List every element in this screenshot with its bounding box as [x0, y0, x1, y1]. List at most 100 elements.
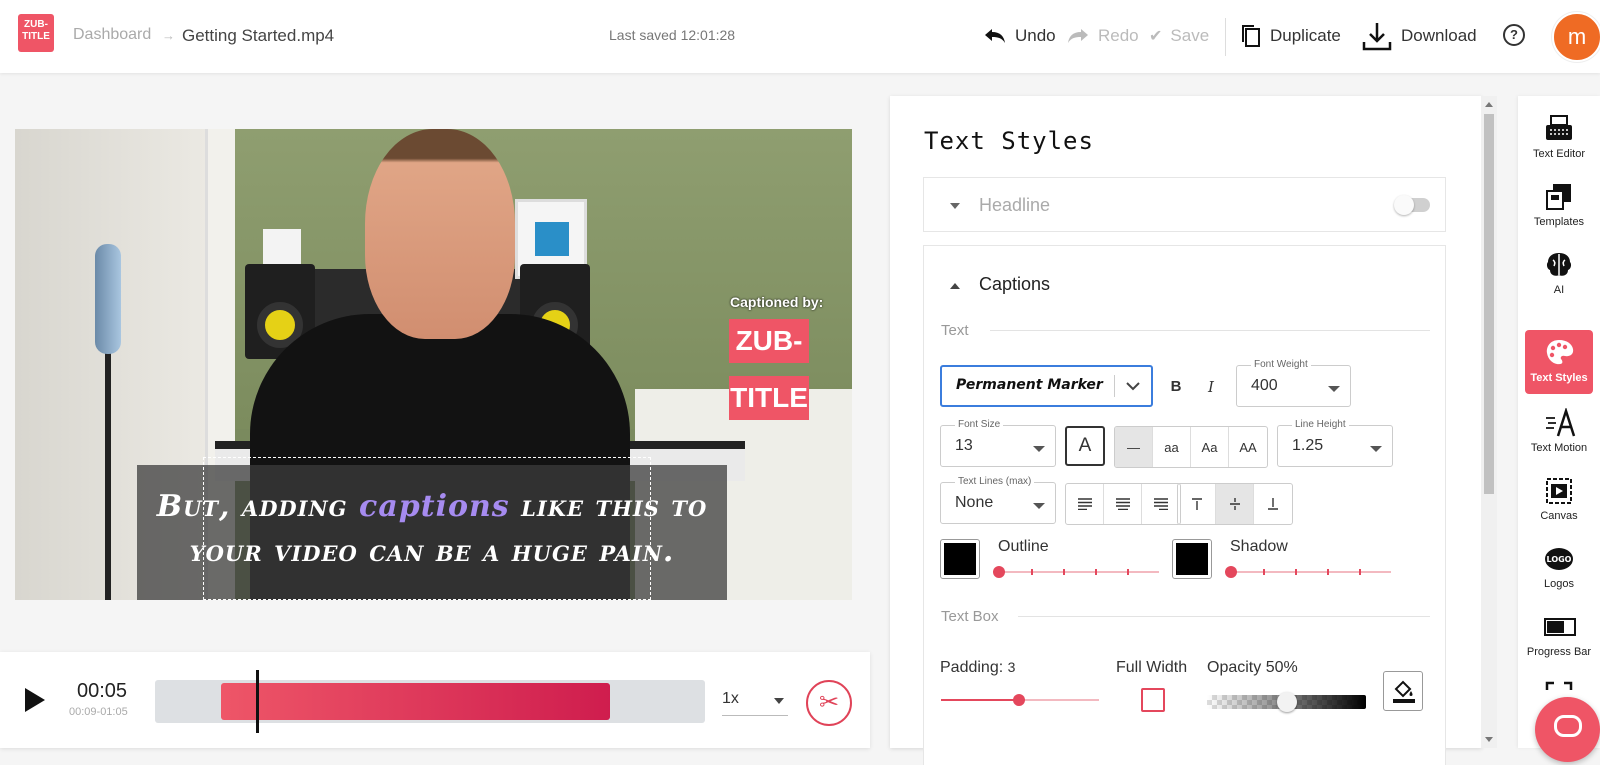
text-section-divider — [990, 330, 1430, 331]
align-left-icon[interactable] — [1066, 484, 1104, 524]
toolbar-divider — [1225, 18, 1226, 56]
sidebar-item-canvas[interactable]: Canvas — [1525, 476, 1593, 528]
text-case-option[interactable]: aa — [1153, 427, 1191, 467]
padding-value: 3 — [1007, 659, 1016, 675]
chevron-down-icon — [950, 203, 960, 209]
caption-text[interactable]: But, adding captions like this to your v… — [137, 484, 727, 574]
padding-slider-fill — [941, 699, 1019, 701]
sidebar-item-text-styles[interactable]: Text Styles — [1525, 330, 1593, 394]
logo-icon: LOGO — [1544, 544, 1574, 574]
text-case-group: — aa Aa AA — [1114, 426, 1268, 468]
outline-color-fill — [944, 543, 976, 575]
paint-bucket-icon — [1393, 680, 1415, 703]
brain-icon — [1544, 250, 1574, 280]
align-center-icon[interactable] — [1104, 484, 1142, 524]
playback-speed-select[interactable]: 1x — [722, 690, 788, 716]
canvas-icon — [1544, 476, 1574, 506]
font-weight-select[interactable]: Font Weight 400 — [1236, 359, 1351, 407]
avatar[interactable]: m — [1552, 12, 1600, 62]
undo-label: Undo — [1015, 26, 1056, 45]
sidebar-item-text-motion[interactable]: Text Motion — [1525, 406, 1593, 460]
vertical-align-group — [1177, 483, 1293, 525]
help-icon[interactable]: ? — [1503, 24, 1525, 46]
outline-slider[interactable] — [993, 566, 1159, 578]
headline-section[interactable]: Headline — [923, 177, 1446, 232]
video-preview[interactable]: Captioned by: ZUB- TITLE But, adding cap… — [15, 129, 852, 600]
scroll-down-icon[interactable] — [1485, 737, 1493, 742]
redo-icon — [1068, 29, 1088, 43]
fill-color-button[interactable] — [1383, 671, 1423, 711]
sidebar-item-ai[interactable]: AI — [1525, 250, 1593, 302]
save-button[interactable]: ✔ Save — [1149, 22, 1209, 50]
bold-button[interactable]: B — [1161, 374, 1191, 400]
text-motion-icon — [1544, 406, 1576, 438]
panel-scrollbar[interactable] — [1481, 96, 1497, 748]
check-icon: ✔ — [1149, 28, 1163, 45]
opacity-slider-thumb[interactable] — [1276, 692, 1297, 712]
sidebar-item-text-editor[interactable]: Text Editor — [1525, 114, 1593, 166]
chevron-up-icon[interactable] — [950, 283, 960, 289]
duplicate-button[interactable]: Duplicate — [1240, 22, 1341, 50]
padding-slider-thumb[interactable] — [1013, 694, 1025, 706]
shadow-slider-thumb[interactable] — [1225, 566, 1237, 578]
sidebar-item-progress-bar[interactable]: Progress Bar — [1525, 612, 1593, 664]
svg-text:LOGO: LOGO — [1547, 555, 1572, 564]
panel-title: Text Styles — [924, 127, 1094, 155]
timeline-selection[interactable] — [221, 683, 610, 720]
text-box-section-divider — [1018, 616, 1430, 617]
top-bar: ZUB- TITLE Dashboard → Getting Started.mp… — [0, 0, 1600, 73]
undo-button[interactable]: Undo — [983, 22, 1056, 50]
full-width-label: Full Width — [1116, 659, 1188, 676]
shadow-slider[interactable] — [1225, 566, 1391, 578]
scroll-thumb[interactable] — [1484, 114, 1494, 494]
chevron-down-icon — [1033, 503, 1045, 509]
align-right-icon[interactable] — [1142, 484, 1180, 524]
sidebar-item-templates[interactable]: Templates — [1525, 182, 1593, 234]
opacity-slider[interactable] — [1207, 692, 1366, 712]
download-button[interactable]: Download — [1361, 22, 1477, 51]
chat-bubble-icon — [1554, 715, 1582, 737]
align-middle-icon[interactable] — [1216, 484, 1254, 524]
text-lines-select[interactable]: Text Lines (max) None — [940, 476, 1056, 524]
line-height-select[interactable]: Line Height 1.25 — [1277, 419, 1393, 467]
caption-text-highlight: captions — [359, 489, 510, 524]
line-height-label: Line Height — [1292, 419, 1349, 430]
redo-button[interactable]: Redo — [1066, 22, 1139, 50]
headline-toggle[interactable] — [1394, 195, 1430, 215]
scissors-icon[interactable]: ✂ — [806, 680, 852, 726]
time-range: 00:09-01:05 — [69, 706, 128, 718]
breadcrumb-dashboard[interactable]: Dashboard — [73, 26, 151, 44]
play-icon[interactable] — [25, 688, 45, 712]
font-size-select[interactable]: Font Size 13 — [940, 419, 1056, 467]
sidebar-item-label: Templates — [1533, 216, 1585, 228]
outline-slider-thumb[interactable] — [993, 566, 1005, 578]
app-logo[interactable]: ZUB- TITLE — [18, 14, 54, 52]
timeline-track[interactable] — [155, 670, 705, 733]
full-width-checkbox[interactable] — [1141, 688, 1165, 712]
align-bottom-icon[interactable] — [1254, 484, 1292, 524]
text-case-option[interactable]: — — [1115, 427, 1153, 467]
text-box-section-label: Text Box — [941, 608, 999, 625]
select-divider — [1114, 375, 1115, 397]
align-top-icon[interactable] — [1178, 484, 1216, 524]
text-case-option[interactable]: Aa — [1191, 427, 1229, 467]
font-family-value: Permanent Marker — [956, 377, 1103, 393]
sidebar-item-label: Text Editor — [1533, 148, 1585, 160]
scroll-up-icon[interactable] — [1485, 102, 1493, 107]
text-color-button[interactable]: A — [1065, 426, 1105, 466]
watermark-badge-line2: TITLE — [729, 376, 809, 420]
text-lines-value: None — [955, 494, 994, 511]
padding-slider[interactable] — [941, 694, 1099, 706]
captions-label: Captions — [979, 274, 1051, 294]
text-case-option[interactable]: AA — [1229, 427, 1267, 467]
italic-button[interactable]: I — [1196, 374, 1226, 400]
sidebar-item-logos[interactable]: LOGO Logos — [1525, 544, 1593, 596]
timeline-playhead[interactable] — [256, 670, 259, 733]
watermark-badge-line1: ZUB- — [729, 319, 809, 363]
shadow-color-swatch[interactable] — [1172, 539, 1212, 579]
text-lines-label: Text Lines (max) — [955, 476, 1035, 487]
font-family-select[interactable]: Permanent Marker — [940, 365, 1153, 407]
progress-bar-icon — [1544, 612, 1576, 642]
outline-color-swatch[interactable] — [940, 539, 980, 579]
chat-support-button[interactable] — [1535, 697, 1600, 762]
